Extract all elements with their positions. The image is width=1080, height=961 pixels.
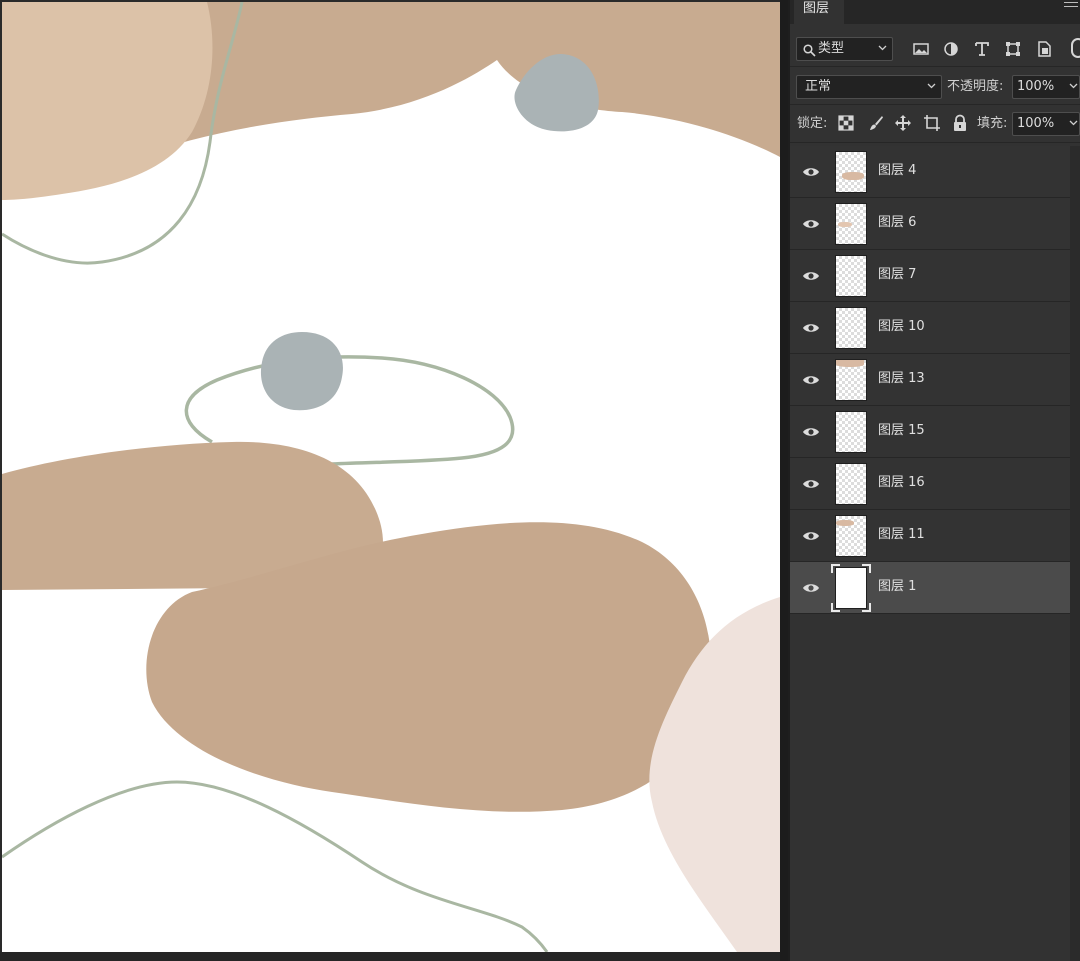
blend-row: 正常 不透明度: 100% xyxy=(790,72,1080,102)
panel-menu-icon[interactable] xyxy=(1064,2,1078,12)
layer-row[interactable]: 图层 6 xyxy=(790,198,1070,250)
blend-mode-select[interactable]: 正常 xyxy=(796,75,942,99)
layer-name: 图层 11 xyxy=(878,527,925,542)
opacity-label: 不透明度: xyxy=(947,79,1004,94)
layer-name: 图层 4 xyxy=(878,163,917,178)
layer-thumbnail xyxy=(835,307,867,349)
layer-row[interactable]: 图层 15 xyxy=(790,406,1070,458)
layer-name: 图层 13 xyxy=(878,371,925,386)
layer-name: 图层 6 xyxy=(878,215,917,230)
fill-value: 100% xyxy=(1017,116,1055,131)
adjustment-filter-icon[interactable] xyxy=(942,40,960,58)
filter-type-value: 类型 xyxy=(818,41,845,56)
layers-tab-label: 图层 xyxy=(803,1,830,16)
separator xyxy=(790,104,1080,105)
layer-name: 图层 15 xyxy=(878,423,925,438)
chevron-down-icon xyxy=(927,83,936,91)
layer-thumbnail xyxy=(835,515,867,557)
top-left-light-shape xyxy=(2,2,213,200)
opacity-input[interactable]: 100% xyxy=(1012,75,1080,99)
lock-all-icon[interactable] xyxy=(952,114,970,132)
lock-artboard-icon[interactable] xyxy=(923,114,941,132)
eye-icon[interactable] xyxy=(802,321,820,335)
separator xyxy=(790,66,1080,67)
layer-thumbnail xyxy=(835,203,867,245)
separator xyxy=(790,142,1080,143)
middle-grey-stone xyxy=(260,332,343,411)
type-filter-icon[interactable] xyxy=(973,40,991,58)
eye-icon[interactable] xyxy=(802,529,820,543)
filter-row: 类型 xyxy=(790,34,1080,64)
canvas-bottom-bar xyxy=(0,952,788,961)
panel-tab-bar: 图层 xyxy=(790,0,1080,24)
layer-thumbnail xyxy=(835,359,867,401)
lock-image-pixels-icon[interactable] xyxy=(867,114,885,132)
selection-bracket xyxy=(862,603,871,612)
canvas-edge xyxy=(780,0,788,961)
selection-bracket xyxy=(831,564,840,573)
layer-name: 图层 16 xyxy=(878,475,925,490)
selection-bracket xyxy=(831,603,840,612)
opacity-value: 100% xyxy=(1017,79,1055,94)
layer-row[interactable]: 图层 16 xyxy=(790,458,1070,510)
lock-position-icon[interactable] xyxy=(894,114,912,132)
layer-row[interactable]: 图层 13 xyxy=(790,354,1070,406)
search-icon xyxy=(803,43,817,57)
layer-thumbnail xyxy=(835,151,867,193)
smart-object-filter-icon[interactable] xyxy=(1035,40,1053,58)
panel-scroll-track[interactable] xyxy=(1070,146,1080,961)
layer-row-selected[interactable]: 图层 1 xyxy=(790,562,1070,614)
layer-row[interactable]: 图层 10 xyxy=(790,302,1070,354)
layers-tab[interactable]: 图层 xyxy=(794,0,844,24)
eye-icon[interactable] xyxy=(802,425,820,439)
lock-label: 锁定: xyxy=(797,116,828,131)
document-canvas[interactable] xyxy=(2,2,780,952)
chevron-down-icon xyxy=(878,45,887,53)
layer-name: 图层 1 xyxy=(878,579,917,594)
layer-thumbnail xyxy=(835,463,867,505)
eye-icon[interactable] xyxy=(802,477,820,491)
image-filter-icon[interactable] xyxy=(912,40,930,58)
layer-name: 图层 10 xyxy=(878,319,925,334)
filter-type-select[interactable]: 类型 xyxy=(796,37,893,61)
layer-row[interactable]: 图层 7 xyxy=(790,250,1070,302)
lock-transparent-pixels-icon[interactable] xyxy=(838,115,856,133)
fill-input[interactable]: 100% xyxy=(1012,112,1080,136)
blend-mode-value: 正常 xyxy=(805,79,832,94)
layers-panel: 图层 类型 正常 不透明度: 100% 锁定: 填充: 100% 图层 4 图层… xyxy=(790,0,1080,961)
fill-label: 填充: xyxy=(977,116,1008,131)
layer-row[interactable]: 图层 4 xyxy=(790,146,1070,198)
chevron-down-icon xyxy=(1069,120,1078,128)
selection-bracket xyxy=(862,564,871,573)
lock-row: 锁定: 填充: 100% xyxy=(790,110,1080,138)
layer-list: 图层 4 图层 6 图层 7 图层 10 图层 13 图层 15 图层 16 图… xyxy=(790,146,1070,614)
filter-toggle-icon[interactable] xyxy=(1071,38,1080,58)
layer-name: 图层 7 xyxy=(878,267,917,282)
shape-filter-icon[interactable] xyxy=(1004,40,1022,58)
eye-icon[interactable] xyxy=(802,165,820,179)
layer-row[interactable]: 图层 11 xyxy=(790,510,1070,562)
canvas-area[interactable] xyxy=(0,0,788,961)
layer-thumbnail xyxy=(835,255,867,297)
eye-icon[interactable] xyxy=(802,217,820,231)
layer-thumbnail xyxy=(835,411,867,453)
eye-icon[interactable] xyxy=(802,373,820,387)
eye-icon[interactable] xyxy=(802,581,820,595)
artwork xyxy=(2,2,780,952)
chevron-down-icon xyxy=(1069,83,1078,91)
eye-icon[interactable] xyxy=(802,269,820,283)
